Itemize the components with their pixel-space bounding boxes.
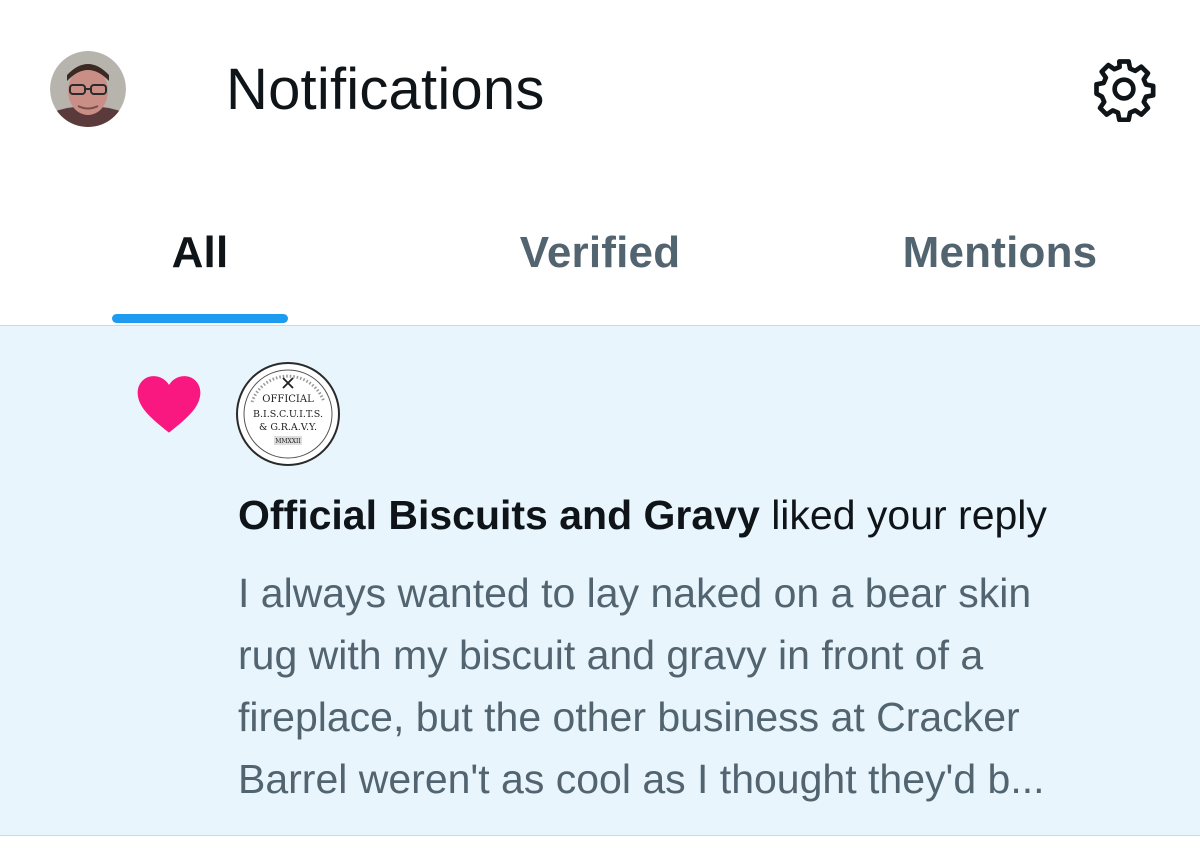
tab-mentions[interactable]: Mentions xyxy=(880,178,1120,326)
active-tab-indicator xyxy=(112,314,288,323)
tab-label: Verified xyxy=(519,228,681,277)
logo-line-biscuits: B.I.S.C.U.I.T.S. xyxy=(253,409,323,420)
reply-line: fireplace, but the other business at Cra… xyxy=(238,694,1020,740)
tab-label: Mentions xyxy=(902,228,1098,277)
notification-action: liked your reply xyxy=(759,492,1047,538)
heart-icon xyxy=(137,376,201,433)
reply-line: rug with my biscuit and gravy in front o… xyxy=(238,632,984,678)
logo-line-official: OFFICIAL xyxy=(262,394,314,405)
reply-line: I always wanted to lay naked on a bear s… xyxy=(238,570,1032,616)
tab-all[interactable]: All xyxy=(100,178,300,326)
notification-item[interactable]: OFFICIAL B.I.S.C.U.I.T.S. & G.R.A.V.Y. M… xyxy=(0,326,1200,836)
profile-avatar[interactable] xyxy=(50,51,126,127)
actor-name[interactable]: Official Biscuits and Gravy xyxy=(238,492,760,538)
gear-icon xyxy=(1094,59,1156,123)
page-title: Notifications xyxy=(226,57,545,122)
settings-button[interactable] xyxy=(1088,56,1160,123)
logo-line-gravy: & G.R.A.V.Y. xyxy=(259,422,317,433)
reply-line: Barrel weren't as cool as I thought they… xyxy=(238,756,1045,802)
tab-verified[interactable]: Verified xyxy=(500,178,700,326)
top-bar: Notifications xyxy=(0,0,1200,178)
logo-line-year: MMXXII xyxy=(275,438,301,445)
notification-summary: Official Biscuits and Gravy liked your r… xyxy=(238,492,1047,539)
biscuits-gravy-logo: OFFICIAL B.I.S.C.U.I.T.S. & G.R.A.V.Y. M… xyxy=(243,369,333,459)
user-avatar-icon xyxy=(50,51,126,127)
actor-avatar[interactable]: OFFICIAL B.I.S.C.U.I.T.S. & G.R.A.V.Y. M… xyxy=(236,362,340,466)
reply-text: I always wanted to lay naked on a bear s… xyxy=(238,562,1158,810)
notification-tabs: All Verified Mentions xyxy=(0,178,1200,326)
tab-label: All xyxy=(171,228,229,277)
